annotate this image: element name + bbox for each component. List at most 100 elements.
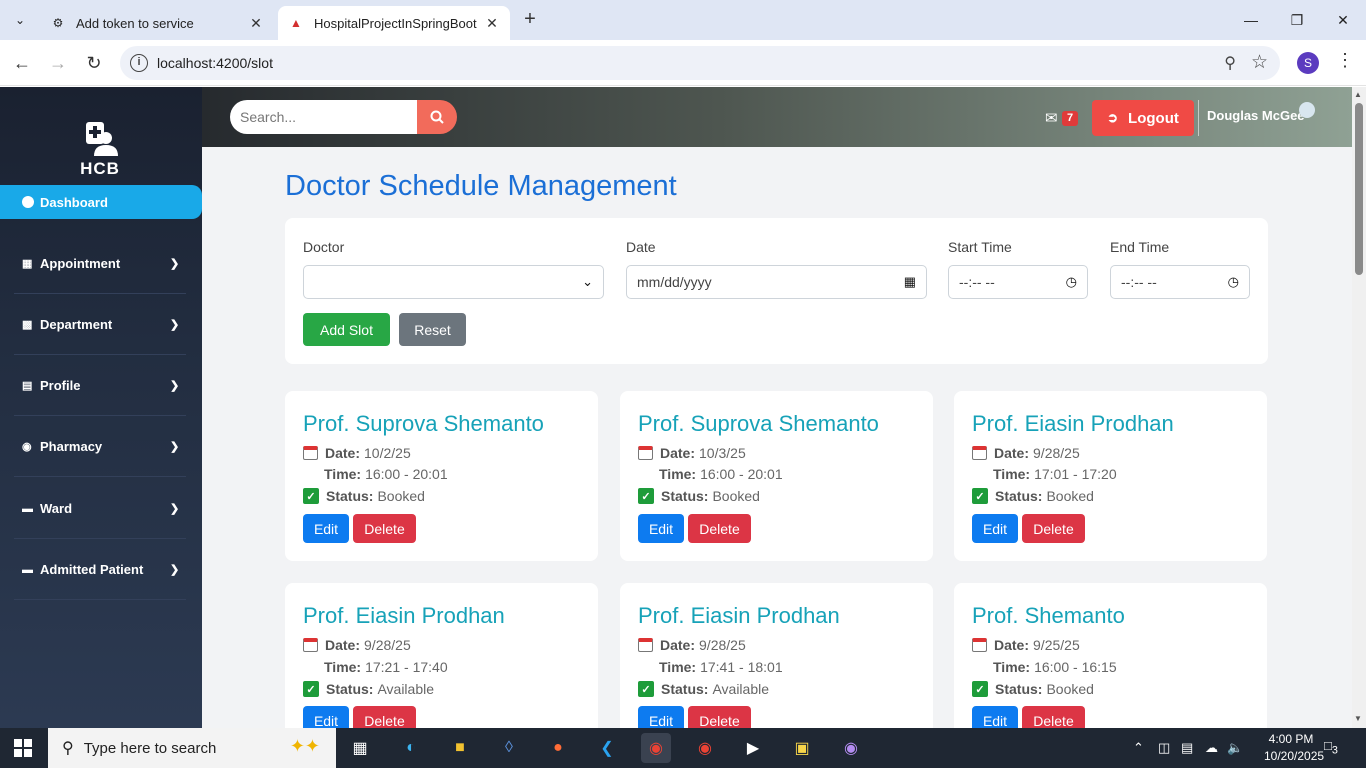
sidebar-item-dashboard[interactable]: Dashboard xyxy=(0,185,202,219)
chrome-profile-icon[interactable]: ◉ xyxy=(690,733,720,763)
sidebar-item-profile[interactable]: ▤ Profile ❯ xyxy=(14,356,186,416)
sidebar-item-label: Department xyxy=(40,317,113,332)
calendar-icon xyxy=(638,446,653,460)
address-bar[interactable]: i localhost:4200/slot ⚲ ☆ xyxy=(120,46,1280,80)
scroll-up-icon[interactable]: ▲ xyxy=(1354,90,1362,99)
check-icon: ✓ xyxy=(972,488,988,504)
forward-icon[interactable]: → xyxy=(45,50,71,76)
browser-tab-inactive[interactable]: ⚙ Add token to service ✕ xyxy=(40,6,274,40)
windows-start-icon[interactable] xyxy=(14,739,32,757)
profile-avatar[interactable]: S xyxy=(1297,52,1319,74)
search-input[interactable]: Search... xyxy=(230,100,418,134)
slot-time: Time: 16:00 - 20:01 xyxy=(659,466,783,482)
tab-search-chevron-icon[interactable]: ⌄ xyxy=(8,8,32,32)
back-icon[interactable]: ← xyxy=(9,50,35,76)
calendar-icon xyxy=(972,446,987,460)
slot-date: Date: 9/25/25 xyxy=(972,637,1080,653)
delete-button[interactable]: Delete xyxy=(353,706,416,728)
vscode-icon[interactable]: ❮ xyxy=(592,733,622,763)
scrollbar-thumb[interactable] xyxy=(1355,103,1363,275)
bookmark-star-icon[interactable]: ☆ xyxy=(1251,51,1268,74)
date-placeholder: mm/dd/yyyy xyxy=(637,274,712,290)
zoom-icon[interactable]: ⚲ xyxy=(1224,53,1236,73)
start-time-input[interactable]: --:-- -- ◷ xyxy=(948,265,1088,299)
end-time-placeholder: --:-- -- xyxy=(1121,274,1157,290)
search-button[interactable] xyxy=(417,100,457,134)
delete-button[interactable]: Delete xyxy=(688,514,751,543)
new-tab-button[interactable]: + xyxy=(518,8,542,32)
edit-button[interactable]: Edit xyxy=(972,514,1018,543)
clock-icon[interactable]: ◷ xyxy=(1228,266,1239,298)
logout-button[interactable]: ➲ Logout xyxy=(1092,100,1194,136)
edit-button[interactable]: Edit xyxy=(972,706,1018,728)
edit-button[interactable]: Edit xyxy=(638,514,684,543)
page-scrollbar[interactable]: ▲ ▼ xyxy=(1352,87,1366,728)
calendar-icon xyxy=(303,446,318,460)
scroll-down-icon[interactable]: ▼ xyxy=(1354,714,1362,723)
slot-time: Time: 17:01 - 17:20 xyxy=(993,466,1117,482)
sidebar-item-department[interactable]: ▩ Department ❯ xyxy=(14,295,186,355)
close-window-icon[interactable]: ✕ xyxy=(1320,0,1366,40)
sidebar-item-pharmacy[interactable]: ◉ Pharmacy ❯ xyxy=(14,417,186,477)
restore-icon[interactable]: ❐ xyxy=(1274,0,1320,40)
delete-button[interactable]: Delete xyxy=(1022,706,1085,728)
doctor-name: Prof. Eiasin Prodhan xyxy=(972,411,1174,436)
file-explorer-icon[interactable]: ■ xyxy=(445,733,475,763)
calendar-icon[interactable]: ▦ xyxy=(904,266,916,298)
user-name[interactable]: Douglas McGee xyxy=(1198,100,1305,136)
close-tab-icon[interactable]: ✕ xyxy=(484,15,500,32)
add-slot-button[interactable]: Add Slot xyxy=(303,313,390,346)
edge-icon[interactable]: ◐ xyxy=(396,733,426,763)
chrome-icon[interactable]: ◉ xyxy=(641,733,671,763)
app-logo[interactable]: HCB xyxy=(60,122,140,179)
date-input[interactable]: mm/dd/yyyy ▦ xyxy=(626,265,927,299)
taskbar-search[interactable]: ⚲ Type here to search ✦✦ xyxy=(48,728,336,768)
mysql-workbench-icon[interactable]: ◊ xyxy=(494,733,524,763)
onedrive-icon[interactable]: ☁ xyxy=(1205,740,1218,756)
intellij-icon[interactable]: ▣ xyxy=(787,733,817,763)
reload-icon[interactable]: ↻ xyxy=(81,50,107,76)
doctor-select[interactable]: ⌄ xyxy=(303,265,604,299)
minimize-icon[interactable]: — xyxy=(1228,0,1274,40)
chevron-down-icon: ❯ xyxy=(170,503,180,515)
sidebar-item-label: Dashboard xyxy=(40,194,108,210)
task-view-icon[interactable]: ▦ xyxy=(345,733,375,763)
close-tab-icon[interactable]: ✕ xyxy=(248,15,264,32)
delete-button[interactable]: Delete xyxy=(1022,514,1085,543)
edit-button[interactable]: Edit xyxy=(303,706,349,728)
check-icon: ✓ xyxy=(303,488,319,504)
edit-button[interactable]: Edit xyxy=(303,514,349,543)
clock-icon[interactable]: ◷ xyxy=(1066,266,1077,298)
sidebar-item-ward[interactable]: ▬ Ward ❯ xyxy=(14,479,186,539)
delete-button[interactable]: Delete xyxy=(688,706,751,728)
slot-time: Time: 17:41 - 18:01 xyxy=(659,659,783,675)
doctor-name: Prof. Shemanto xyxy=(972,603,1125,628)
chevron-down-icon: ❯ xyxy=(170,564,180,576)
video-camera-icon[interactable]: ▶ xyxy=(738,733,768,763)
edit-button[interactable]: Edit xyxy=(638,706,684,728)
sidebar-item-admitted-patient[interactable]: ▬ Admitted Patient ❯ xyxy=(14,540,186,600)
slot-status: ✓ Status: Booked xyxy=(638,488,760,504)
mail-icon[interactable]: ✉ xyxy=(1045,109,1058,127)
browser-menu-icon[interactable]: ⋮ xyxy=(1336,50,1354,71)
volume-muted-icon[interactable]: 🔈 xyxy=(1227,740,1243,756)
postman-icon[interactable]: ● xyxy=(543,733,573,763)
browser-tab-active[interactable]: ▲ HospitalProjectInSpringBoot ✕ xyxy=(278,6,510,40)
hospital-user-icon xyxy=(80,122,120,156)
user-avatar[interactable] xyxy=(1299,102,1315,118)
check-icon: ✓ xyxy=(638,681,654,697)
site-info-icon[interactable]: i xyxy=(130,54,148,72)
top-header: Search... ✉ 7 ➲ Logout Douglas McGee xyxy=(202,87,1352,147)
slot-status: ✓ Status: Available xyxy=(303,681,434,697)
clock-time: 4:00 PM xyxy=(1268,732,1314,746)
github-desktop-icon[interactable]: ◉ xyxy=(836,733,866,763)
network-icon[interactable]: ▤ xyxy=(1181,740,1193,756)
notification-icon[interactable]: □3 xyxy=(1324,738,1338,757)
taskbar-clock[interactable]: 4:00 PM 10/20/2025 xyxy=(1264,731,1324,765)
meet-now-icon[interactable]: ◫ xyxy=(1158,740,1170,756)
chevron-up-icon[interactable]: ⌃ xyxy=(1133,740,1144,756)
sidebar-item-appointment[interactable]: ▦ Appointment ❯ xyxy=(14,234,186,294)
reset-button[interactable]: Reset xyxy=(399,313,466,346)
delete-button[interactable]: Delete xyxy=(353,514,416,543)
end-time-input[interactable]: --:-- -- ◷ xyxy=(1110,265,1250,299)
